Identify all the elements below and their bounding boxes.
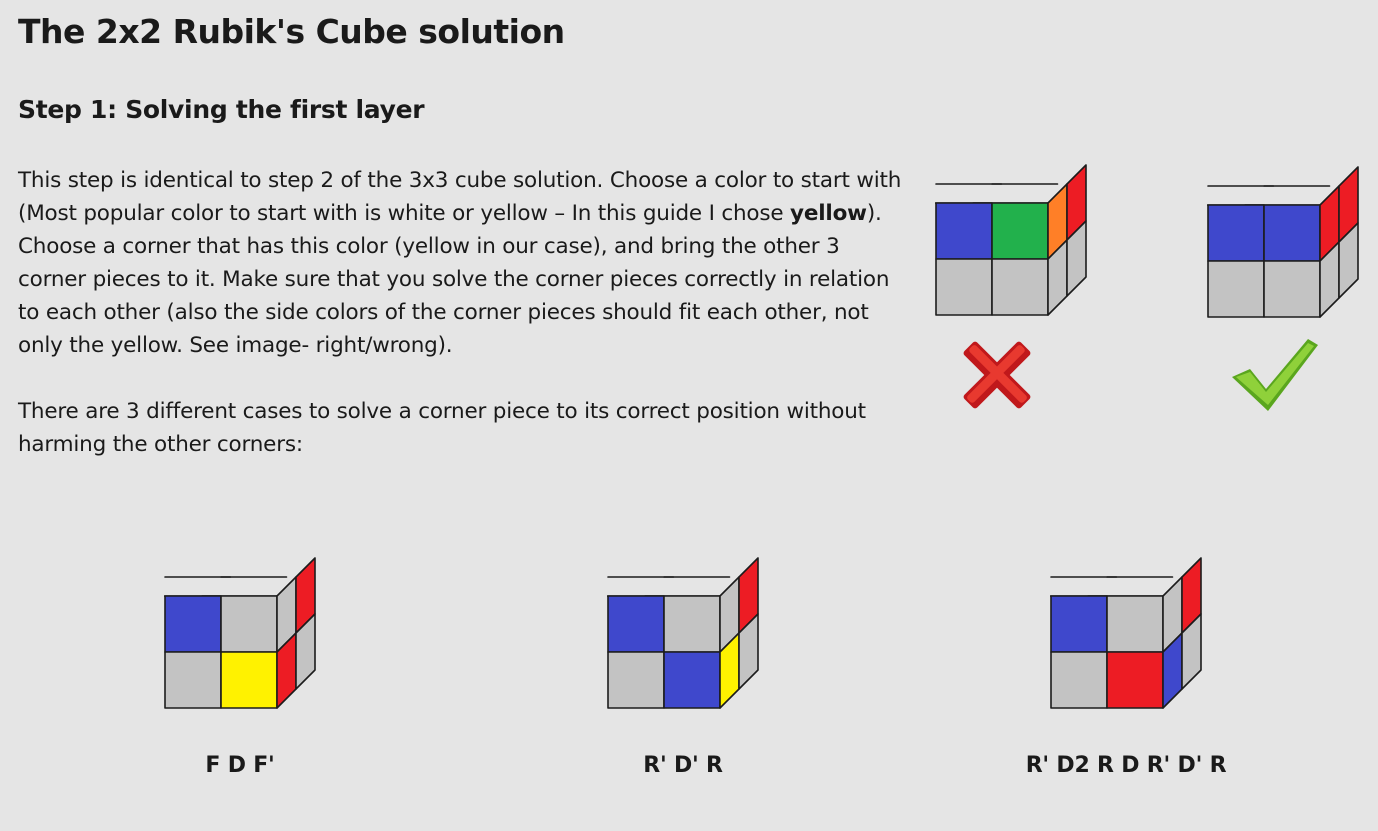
front-sticker [1263,260,1321,318]
case-3-algorithm: R' D2 R D R' D' R [1025,753,1227,778]
front-sticker [220,651,278,709]
cases-paragraph: There are 3 different cases to solve a c… [18,399,866,457]
front-sticker [1050,595,1108,653]
front-sticker [663,595,721,653]
front-sticker [164,595,222,653]
step-heading: Step 1: Solving the first layer [18,95,425,124]
case-2-algorithm: R' D' R [643,753,723,778]
page: The 2x2 Rubik's Cube solution Step 1: So… [0,0,1378,831]
front-sticker [1106,595,1164,653]
intro-bold-color: yellow [790,201,867,226]
wrong-cube-image [935,164,1087,316]
page-title: The 2x2 Rubik's Cube solution [18,12,565,51]
front-sticker [164,651,222,709]
front-sticker [1207,204,1265,262]
front-sticker [607,595,665,653]
front-sticker [1050,651,1108,709]
intro-text-1: This step is identical to step 2 of the … [18,168,902,226]
cross-icon [963,341,1031,409]
front-sticker [607,651,665,709]
case-1-algorithm: F D F' [205,753,275,778]
front-sticker [663,651,721,709]
front-sticker [1263,204,1321,262]
front-sticker [935,258,993,316]
front-sticker [220,595,278,653]
front-sticker [991,258,1049,316]
intro-paragraph: This step is identical to step 2 of the … [18,164,913,362]
front-sticker [1106,651,1164,709]
checkmark-icon [1232,339,1318,411]
case-1-cube-image [164,557,316,709]
front-sticker [935,202,993,260]
case-2-cube-image [607,557,759,709]
case-3-cube-image [1050,557,1202,709]
front-sticker [991,202,1049,260]
front-sticker [1207,260,1265,318]
right-cube-image [1207,166,1359,318]
